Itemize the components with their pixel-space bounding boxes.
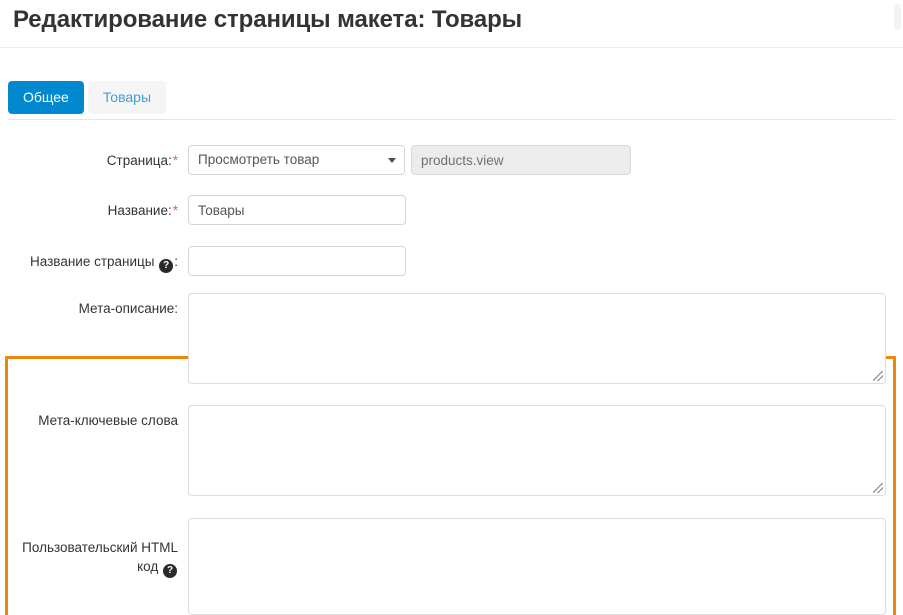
- tab-general[interactable]: Общее: [8, 81, 84, 114]
- custom-html-textarea[interactable]: [188, 518, 886, 615]
- select-page-wrapper[interactable]: Просмотреть товар: [188, 145, 405, 175]
- tab-list: Общее Товары: [8, 81, 166, 114]
- label-meta-keywords: Мета-ключевые слова: [0, 412, 178, 429]
- scrollbar-thumb[interactable]: [894, 4, 901, 30]
- meta-keywords-textarea[interactable]: [188, 405, 886, 496]
- tab-products[interactable]: Товары: [88, 81, 166, 114]
- form-area: Страница:* Просмотреть товар Название:* …: [0, 120, 903, 615]
- label-page-title-text: Название страницы: [30, 254, 154, 269]
- label-meta-description: Мета-описание:: [0, 300, 178, 317]
- meta-description-textarea[interactable]: [188, 293, 886, 384]
- label-custom-html: Пользовательский HTML код ?: [0, 538, 178, 578]
- label-name-text: Название:: [108, 203, 172, 218]
- label-page: Страница:*: [0, 152, 178, 169]
- label-page-title-suffix: :: [174, 254, 178, 269]
- label-custom-html-line1: Пользовательский HTML: [22, 540, 178, 555]
- label-custom-html-line2: код: [137, 559, 158, 574]
- name-input[interactable]: [188, 195, 406, 225]
- required-marker-name: *: [173, 203, 178, 218]
- tab-bar: Общее Товары: [0, 48, 903, 120]
- select-page[interactable]: Просмотреть товар: [188, 145, 405, 175]
- page-title-input[interactable]: [188, 246, 406, 276]
- page-code-readonly-field: [411, 145, 631, 175]
- help-circle-icon[interactable]: ?: [163, 564, 177, 578]
- label-page-title: Название страницы ?:: [0, 253, 178, 273]
- label-name: Название:*: [0, 202, 178, 219]
- help-circle-icon[interactable]: ?: [159, 259, 173, 273]
- page-header: Редактирование страницы макета: Товары: [0, 0, 903, 48]
- page-title: Редактирование страницы макета: Товары: [13, 6, 522, 34]
- required-marker-page: *: [173, 153, 178, 168]
- page-root: Редактирование страницы макета: Товары О…: [0, 0, 903, 615]
- label-page-text: Страница:: [107, 153, 172, 168]
